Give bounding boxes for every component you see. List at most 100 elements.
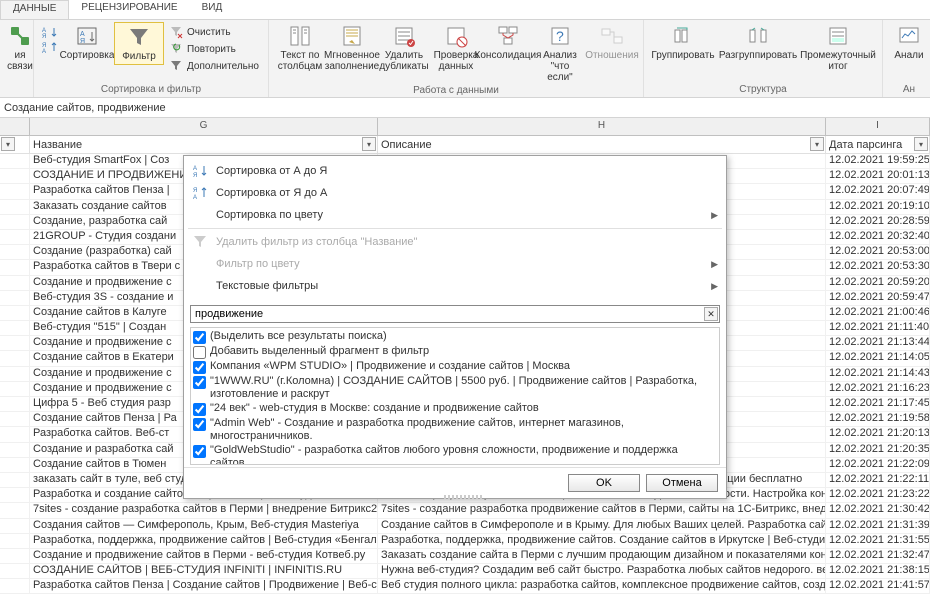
filter-checkbox[interactable]	[193, 376, 206, 389]
cancel-button[interactable]: Отмена	[646, 474, 718, 492]
cell-date[interactable]: 12.02.2021 20:01:13	[826, 169, 930, 183]
text-to-columns-icon	[288, 24, 312, 48]
sort-color-item[interactable]: Сортировка по цвету▶	[184, 204, 726, 226]
filter-check-item[interactable]: (Выделить все результаты поиска)	[193, 330, 717, 345]
cell-date[interactable]: 12.02.2021 19:59:25	[826, 154, 930, 168]
sort-za-icon[interactable]: ЯА	[40, 41, 60, 55]
table-row[interactable]: Разработка сайтов Пенза | Создание сайто…	[0, 579, 930, 594]
tab-review[interactable]: РЕЦЕНЗИРОВАНИЕ	[69, 0, 189, 19]
filter-checkbox[interactable]	[193, 445, 206, 458]
cell-date[interactable]: 12.02.2021 21:22:09	[826, 458, 930, 472]
cell-title[interactable]: Разработка сайтов Пенза | Создание сайто…	[30, 579, 378, 593]
cell-date[interactable]: 12.02.2021 20:53:30	[826, 260, 930, 274]
cell-date[interactable]: 12.02.2021 21:41:57	[826, 579, 930, 593]
relationships-button[interactable]: Отношения	[587, 22, 637, 63]
cell-date[interactable]: 12.02.2021 20:32:40	[826, 230, 930, 244]
ungroup-button[interactable]: Разгруппировать	[718, 22, 798, 63]
cell-date[interactable]: 12.02.2021 20:59:47	[826, 291, 930, 305]
cell-title[interactable]: Разработка, поддержка, продвижение сайто…	[30, 534, 378, 548]
cell-date[interactable]: 12.02.2021 21:20:13	[826, 427, 930, 441]
cell-date[interactable]: 12.02.2021 21:14:43	[826, 367, 930, 381]
reapply-filter-button[interactable]: Повторить	[166, 41, 262, 57]
cell-date[interactable]: 12.02.2021 21:00:46	[826, 306, 930, 320]
flash-fill-button[interactable]: Мгновенное заполнение	[327, 22, 377, 74]
row-filter-dropdown[interactable]	[1, 137, 15, 151]
filter-check-item[interactable]: "GoldWebStudio" - разработка сайтов любо…	[193, 444, 717, 465]
cell-date[interactable]: 12.02.2021 20:28:59	[826, 215, 930, 229]
cell-date[interactable]: 12.02.2021 21:14:05	[826, 351, 930, 365]
cell-date[interactable]: 12.02.2021 20:07:49	[826, 184, 930, 198]
subtotal-button[interactable]: Промежуточный итог	[800, 22, 876, 74]
cell-date[interactable]: 12.02.2021 21:13:44	[826, 336, 930, 350]
cell-date[interactable]: 12.02.2021 21:31:39	[826, 519, 930, 533]
consolidate-button[interactable]: Консолидация	[483, 22, 533, 63]
clear-filter-button[interactable]: Очистить	[166, 24, 262, 40]
cell-date[interactable]: 12.02.2021 21:31:55	[826, 534, 930, 548]
filter-check-item[interactable]: "24 век" - web-студия в Москве: создание…	[193, 402, 717, 417]
cell-date[interactable]: 12.02.2021 21:22:11	[826, 473, 930, 487]
sort-button[interactable]: АЯ Сортировка	[62, 22, 112, 63]
cell-title[interactable]: 7sites - создание разработка сайтов в Пе…	[30, 503, 378, 517]
text-to-columns-button[interactable]: Текст по столбцам	[275, 22, 325, 74]
svg-text:Я: Я	[193, 188, 197, 194]
what-if-button[interactable]: ?Анализ "что если"	[535, 22, 585, 85]
data-validation-button[interactable]: Проверка данных	[431, 22, 481, 74]
sort-az-item[interactable]: АЯСортировка от А до Я	[184, 160, 726, 182]
filter-search-input[interactable]	[190, 305, 720, 323]
cell-description[interactable]: Заказать создание сайта в Перми с лучшим…	[378, 549, 826, 563]
filter-dropdown-i[interactable]	[914, 137, 928, 151]
filter-check-item[interactable]: Компания «WPM STUDIO» | Продвижение и со…	[193, 360, 717, 375]
cell-description[interactable]: Создание сайтов в Симферополе и в Крыму.…	[378, 519, 826, 533]
filter-checkbox[interactable]	[193, 346, 206, 359]
cell-date[interactable]: 12.02.2021 21:17:45	[826, 397, 930, 411]
tab-view[interactable]: ВИД	[190, 0, 235, 19]
sort-za-item[interactable]: ЯАСортировка от Я до А	[184, 182, 726, 204]
cell-description[interactable]: Нужна веб-студия? Создадим веб сайт быст…	[378, 564, 826, 578]
cell-description[interactable]: Разработка, поддержка, продвижение сайто…	[378, 534, 826, 548]
cell-title[interactable]: СОЗДАНИЕ САЙТОВ | ВЕБ-СТУДИЯ INFINITI | …	[30, 564, 378, 578]
filter-check-item[interactable]: "1WWW.RU" (г.Коломна) | СОЗДАНИЕ САЙТОВ …	[193, 375, 717, 402]
filter-checkbox[interactable]	[193, 403, 206, 416]
filter-checklist[interactable]: (Выделить все результаты поиска)Добавить…	[190, 327, 720, 465]
filter-checkbox[interactable]	[193, 331, 206, 344]
filter-checkbox[interactable]	[193, 361, 206, 374]
cell-date[interactable]: 12.02.2021 21:19:58	[826, 412, 930, 426]
edit-links-button[interactable]: ия связи	[6, 22, 34, 74]
ok-button[interactable]: OK	[568, 474, 640, 492]
cell-description[interactable]: Веб студия полного цикла: разработка сай…	[378, 579, 826, 593]
table-row[interactable]: Создания сайтов — Симферополь, Крым, Веб…	[0, 519, 930, 534]
table-row[interactable]: Разработка, поддержка, продвижение сайто…	[0, 534, 930, 549]
filter-dropdown-g[interactable]	[362, 137, 376, 151]
filter-dropdown-h[interactable]	[810, 137, 824, 151]
filter-button[interactable]: Фильтр	[114, 22, 164, 65]
cell-date[interactable]: 12.02.2021 20:53:00	[826, 245, 930, 259]
filter-check-item[interactable]: "Admin Web" - Создание и разработка прод…	[193, 417, 717, 444]
cell-title[interactable]: Создание и продвижение сайтов в Перми - …	[30, 549, 378, 563]
table-row[interactable]: СОЗДАНИЕ САЙТОВ | ВЕБ-СТУДИЯ INFINITI | …	[0, 564, 930, 579]
table-row[interactable]: 7sites - создание разработка сайтов в Пе…	[0, 503, 930, 518]
cell-date[interactable]: 12.02.2021 20:19:10	[826, 200, 930, 214]
sort-az-icon[interactable]: АЯ	[40, 26, 60, 40]
cell-date[interactable]: 12.02.2021 21:11:40	[826, 321, 930, 335]
cell-date[interactable]: 12.02.2021 21:23:22	[826, 488, 930, 502]
filter-check-item[interactable]: Добавить выделенный фрагмент в фильтр	[193, 345, 717, 360]
remove-duplicates-button[interactable]: Удалить дубликаты	[379, 22, 429, 74]
filter-checkbox[interactable]	[193, 418, 206, 431]
formula-bar[interactable]: Создание сайтов, продвижение	[0, 98, 930, 118]
cell-date[interactable]: 12.02.2021 21:20:35	[826, 443, 930, 457]
cell-date[interactable]: 12.02.2021 21:32:47	[826, 549, 930, 563]
resize-handle[interactable]	[444, 495, 484, 499]
cell-date[interactable]: 12.02.2021 21:30:42	[826, 503, 930, 517]
cell-description[interactable]: 7sites - создание разработка продвижение…	[378, 503, 826, 517]
cell-title[interactable]: Создания сайтов — Симферополь, Крым, Веб…	[30, 519, 378, 533]
table-row[interactable]: Создание и продвижение сайтов в Перми - …	[0, 549, 930, 564]
text-filters-item[interactable]: Текстовые фильтры▶	[184, 275, 726, 297]
cell-date[interactable]: 12.02.2021 21:16:23	[826, 382, 930, 396]
tab-data[interactable]: ДАННЫЕ	[0, 0, 69, 19]
data-analysis-button[interactable]: Анали	[889, 22, 929, 63]
advanced-filter-button[interactable]: Дополнительно	[166, 58, 262, 74]
clear-search-button[interactable]: ✕	[704, 307, 718, 321]
cell-date[interactable]: 12.02.2021 20:59:20	[826, 276, 930, 290]
cell-date[interactable]: 12.02.2021 21:38:15	[826, 564, 930, 578]
group-button[interactable]: Группировать	[650, 22, 716, 63]
